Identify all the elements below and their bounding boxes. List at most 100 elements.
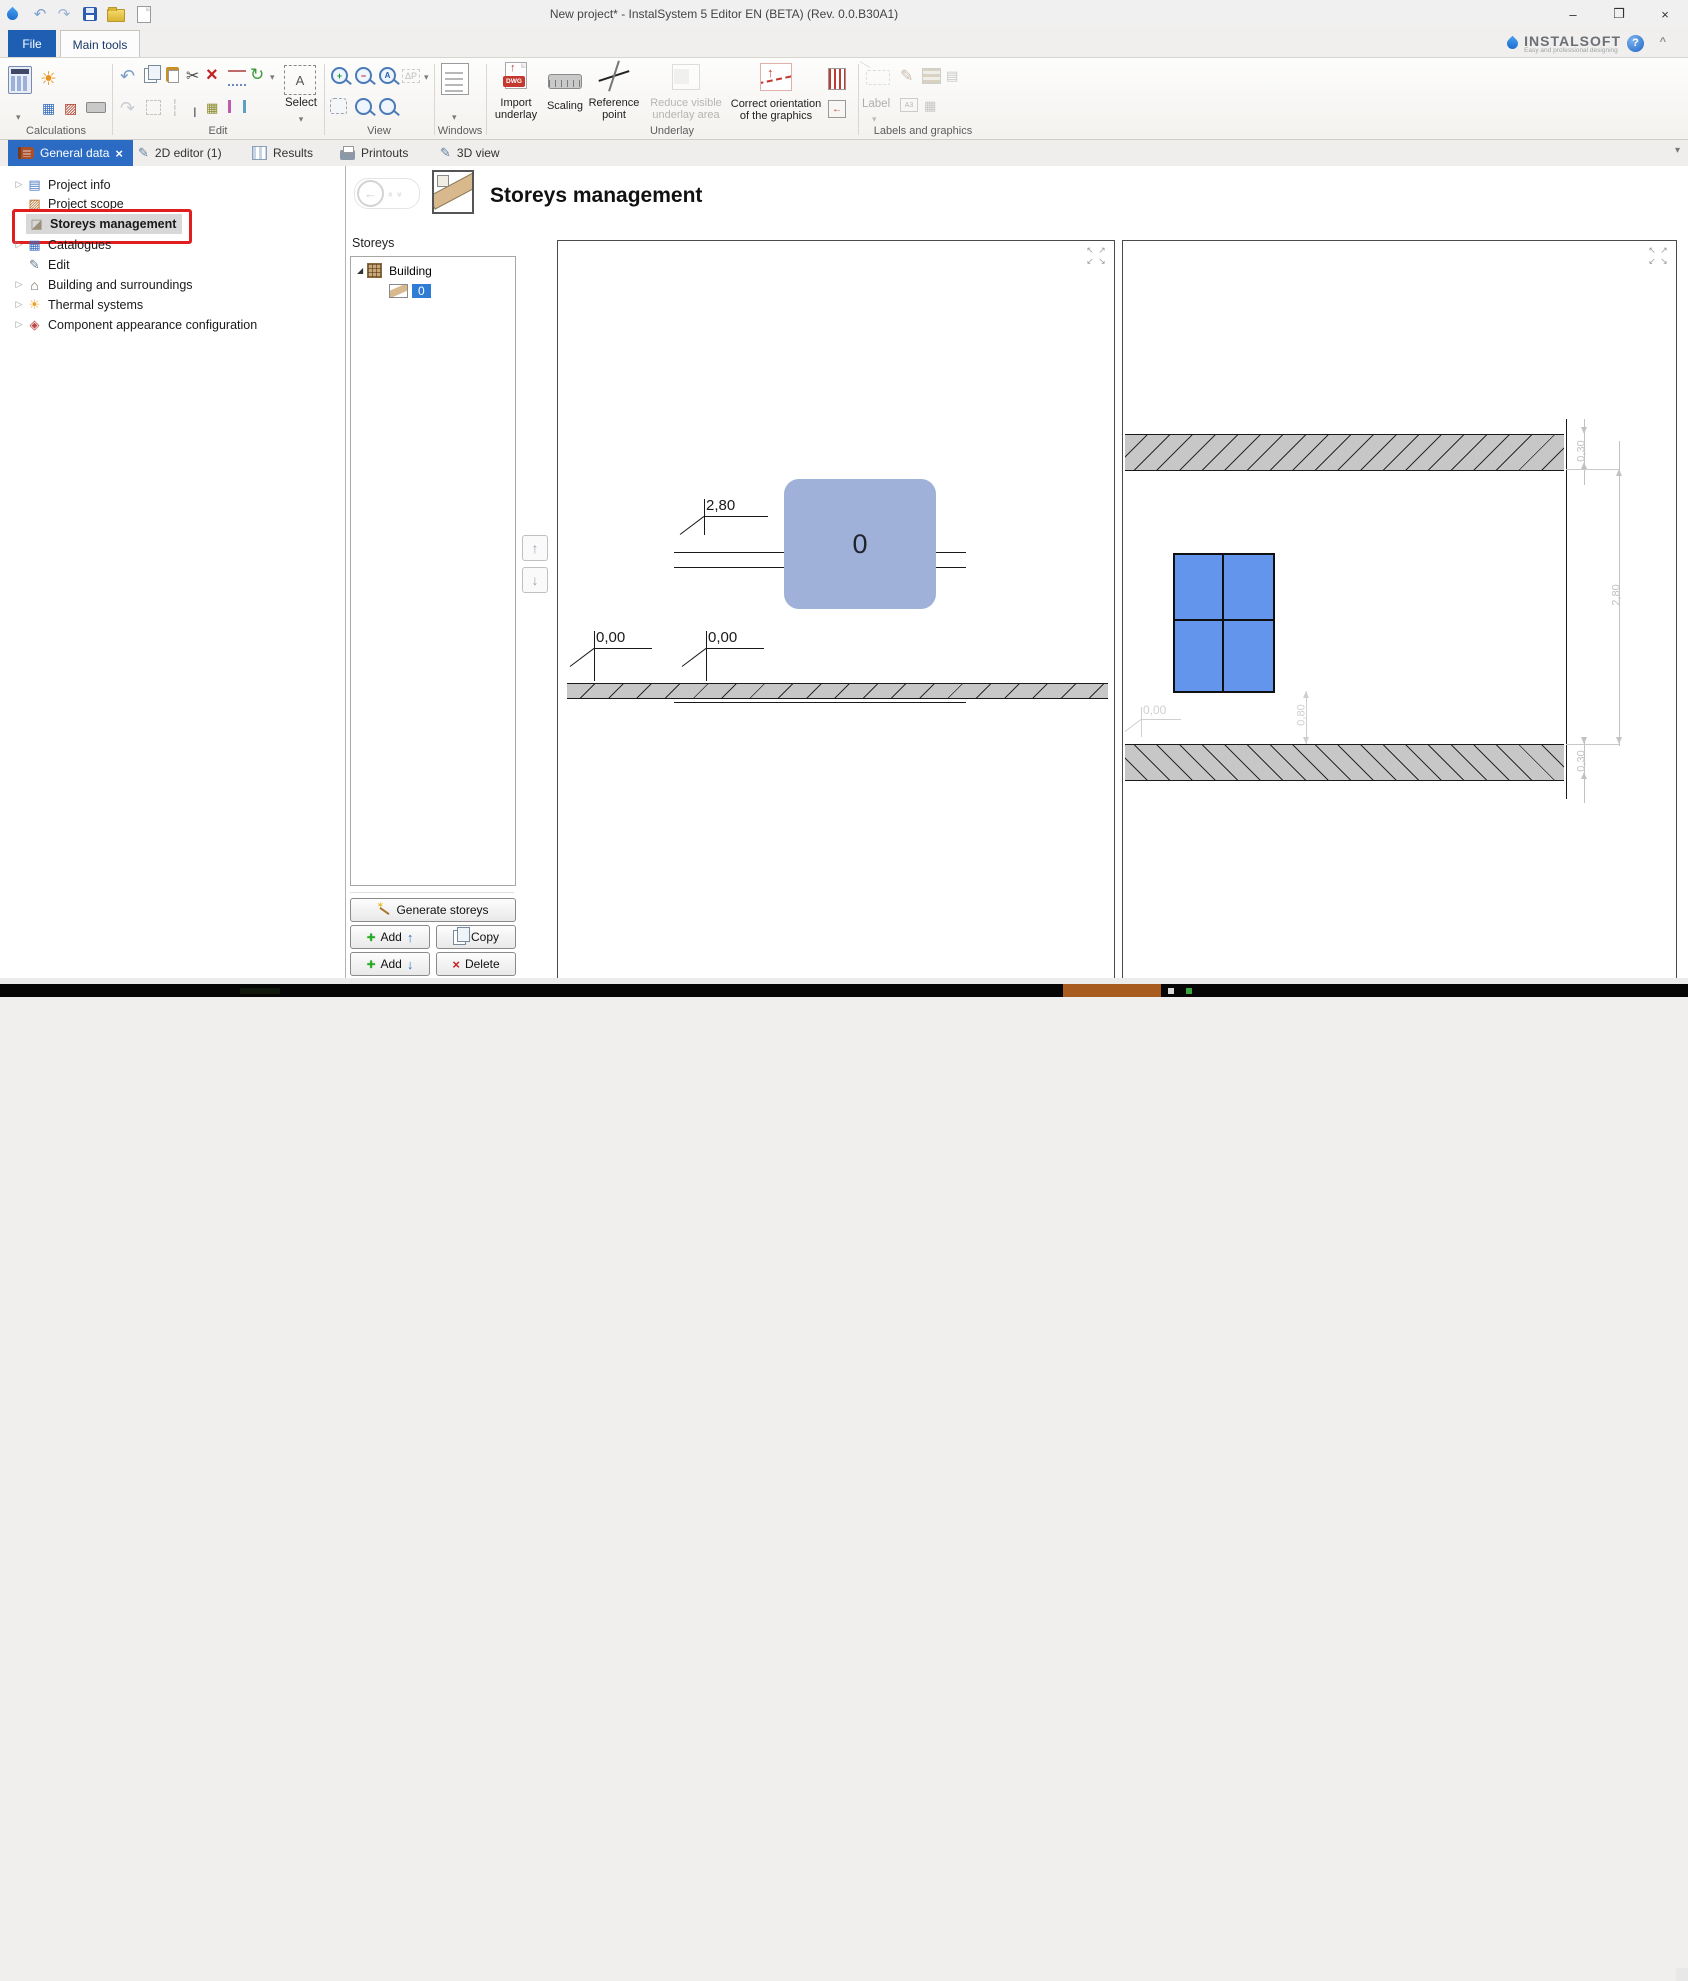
tree-item-building-surroundings[interactable]: ▷ ⌂ Building and surroundings [12, 274, 193, 295]
taskbar-icon[interactable] [1186, 988, 1192, 994]
window-grid[interactable] [1173, 553, 1275, 693]
paste-icon[interactable] [166, 67, 179, 82]
zoom-previous-icon[interactable] [379, 98, 396, 115]
tab-2d-editor[interactable]: ✎ 2D editor (1) [128, 140, 232, 166]
storeys-management-icon: ◪ [28, 216, 45, 232]
delete-x-icon: × [452, 957, 460, 972]
elevation-canvas[interactable]: ↖↗ ↙↘ 2,80 0 0,00 0,00 [557, 240, 1115, 982]
tree-item-edit[interactable]: ✎ Edit [26, 254, 70, 275]
tree-item-project-scope[interactable]: ▨ Project scope [26, 193, 124, 214]
collapse-ribbon-icon[interactable]: ^ [1660, 36, 1666, 48]
generate-storeys-button[interactable]: Generate storeys [350, 898, 516, 922]
windows-dropdown-icon[interactable]: ▾ [452, 112, 457, 123]
taskbar-icon[interactable] [240, 988, 280, 994]
cut-icon[interactable]: ✂ [186, 66, 199, 86]
windows-taskbar[interactable] [0, 984, 1688, 997]
expand-view-icon[interactable]: ↖↗ ↙↘ [1084, 245, 1108, 267]
windows-layout-icon[interactable] [441, 63, 469, 95]
panel-separator [350, 892, 514, 893]
pan-hand-icon[interactable] [330, 98, 347, 114]
back-arrow-icon[interactable]: ← [357, 180, 384, 207]
add-storey-above-button[interactable]: + Add ↑ [350, 925, 430, 949]
edit-pencil-icon: ✎ [26, 257, 43, 273]
ribbon-tab-file[interactable]: File [8, 30, 56, 57]
tree-item-component-appearance[interactable]: ▷ ◈ Component appearance configuration [12, 314, 257, 335]
taskbar-active-app[interactable] [1063, 984, 1161, 997]
heating-cooling-icon[interactable]: ☀ [40, 68, 57, 91]
zoom-all-icon[interactable]: A [379, 67, 396, 84]
delete-storey-button[interactable]: × Delete [436, 952, 516, 976]
zoom-in-icon[interactable]: + [331, 67, 348, 84]
zoom-out-icon[interactable]: − [355, 67, 372, 84]
expander-icon[interactable]: ▷ [12, 319, 26, 330]
import-underlay-button[interactable]: ↑ DWG Import underlay [494, 62, 538, 121]
results-sheets-icon[interactable]: ▦ [42, 100, 55, 117]
legend-list-icon: ▤ [946, 68, 958, 84]
group-label-windows: Windows [434, 125, 486, 137]
split-vertical-icon[interactable]: ┆ [170, 98, 180, 118]
help-icon[interactable]: ? [1627, 35, 1644, 52]
expander-icon[interactable]: ▷ [12, 279, 26, 290]
calculation-options-icon[interactable] [8, 66, 32, 94]
beam-icon[interactable] [86, 102, 106, 113]
underlay-arrow-left-icon[interactable]: ← [828, 100, 846, 118]
delta-p-icon[interactable]: ΔP [402, 69, 420, 83]
close-button[interactable]: × [1642, 0, 1688, 28]
section-canvas[interactable]: ↖↗ ↙↘ 0,30 2,80 0,30 0,80 [1122, 240, 1677, 982]
ribbon-tab-main-tools[interactable]: Main tools [60, 30, 140, 58]
undo-icon[interactable]: ↶ [120, 66, 135, 87]
tab-list-chevron-icon[interactable]: ▾ [1675, 145, 1680, 156]
storeys-tree-storey-0[interactable]: 0 [351, 281, 515, 300]
minimize-button[interactable]: – [1550, 0, 1596, 28]
rotate-dropdown-icon[interactable]: ▾ [270, 72, 275, 83]
wand-icon [377, 903, 391, 917]
calculations-dropdown-icon[interactable]: ▾ [16, 112, 21, 123]
move-storey-up-button[interactable]: ↑ [522, 535, 548, 561]
align-icon[interactable]: ╷ [190, 98, 200, 118]
tree-item-project-info[interactable]: ▷ ▤ Project info [12, 174, 111, 195]
edit-nodes-icon[interactable] [228, 70, 246, 86]
tab-general-data[interactable]: General data × [8, 140, 133, 166]
copy-storey-button[interactable]: Copy [436, 925, 516, 949]
delete-icon[interactable]: × [206, 64, 218, 87]
view-dropdown-icon[interactable]: ▾ [424, 72, 429, 83]
redo-icon[interactable]: ↷ [120, 98, 135, 119]
copy-icon[interactable] [144, 68, 157, 83]
expander-icon[interactable]: ▷ [12, 299, 26, 310]
underlay-columns-icon[interactable] [828, 68, 846, 90]
rotate-90-icon[interactable]: ↻ [250, 65, 264, 85]
taskbar-icon[interactable] [1168, 988, 1174, 994]
history-down-icon[interactable]: » [395, 191, 405, 195]
tab-printouts[interactable]: Printouts [330, 140, 418, 166]
tree-item-storeys-management[interactable]: ◪ Storeys management [26, 213, 182, 234]
brand-tagline: Easy and professional designing [1524, 47, 1618, 54]
expand-view-icon[interactable]: ↖↗ ↙↘ [1646, 245, 1670, 267]
swap-columns-icon[interactable] [228, 100, 246, 113]
show-desktop-corner[interactable] [1676, 1968, 1688, 1981]
tree-item-catalogues[interactable]: ▷ ▦ Catalogues [12, 234, 111, 255]
tree-item-thermal-systems[interactable]: ▷ ☀ Thermal systems [12, 294, 143, 315]
up-arrow-icon: ↑ [407, 930, 414, 945]
move-storey-down-button[interactable]: ↓ [522, 567, 548, 593]
component-data-icon[interactable]: ▨ [64, 100, 77, 117]
select-button[interactable]: A Select ▾ [284, 65, 318, 127]
storey-selected-label: 0 [412, 284, 431, 298]
zoom-window-icon[interactable] [355, 98, 372, 115]
select-region-icon[interactable] [146, 100, 161, 115]
storeys-tree-building[interactable]: ◢ Building [351, 261, 515, 280]
expanded-icon[interactable]: ◢ [357, 266, 363, 275]
results-icon [252, 146, 267, 160]
move-grid-icon[interactable]: ▦ [206, 100, 218, 116]
reduce-area-icon [672, 64, 700, 90]
maximize-button[interactable]: ❒ [1596, 0, 1642, 28]
expander-icon[interactable]: ▷ [12, 179, 26, 190]
add-storey-below-button[interactable]: + Add ↓ [350, 952, 430, 976]
scaling-button[interactable]: Scaling [544, 68, 586, 112]
tab-results[interactable]: Results [242, 140, 323, 166]
expander-icon[interactable]: ▷ [12, 239, 26, 250]
reference-point-button[interactable]: Reference point [588, 62, 640, 121]
tab-close-icon[interactable]: × [115, 146, 123, 161]
tab-3d-view[interactable]: ✎ 3D view [430, 140, 510, 166]
correct-orientation-button[interactable]: Correct orientation of the graphics [728, 63, 824, 122]
storey-block[interactable]: 0 [784, 479, 936, 609]
